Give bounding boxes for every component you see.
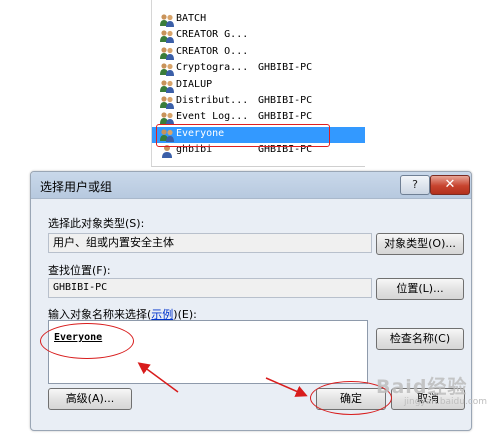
annotation-arrows bbox=[137, 362, 308, 397]
watermark-logo: Baid经验 bbox=[376, 376, 468, 398]
arrow-to-name bbox=[137, 362, 179, 393]
arrow-to-ok bbox=[265, 377, 308, 397]
watermark-url: jingyan.baidu.com bbox=[404, 397, 488, 407]
